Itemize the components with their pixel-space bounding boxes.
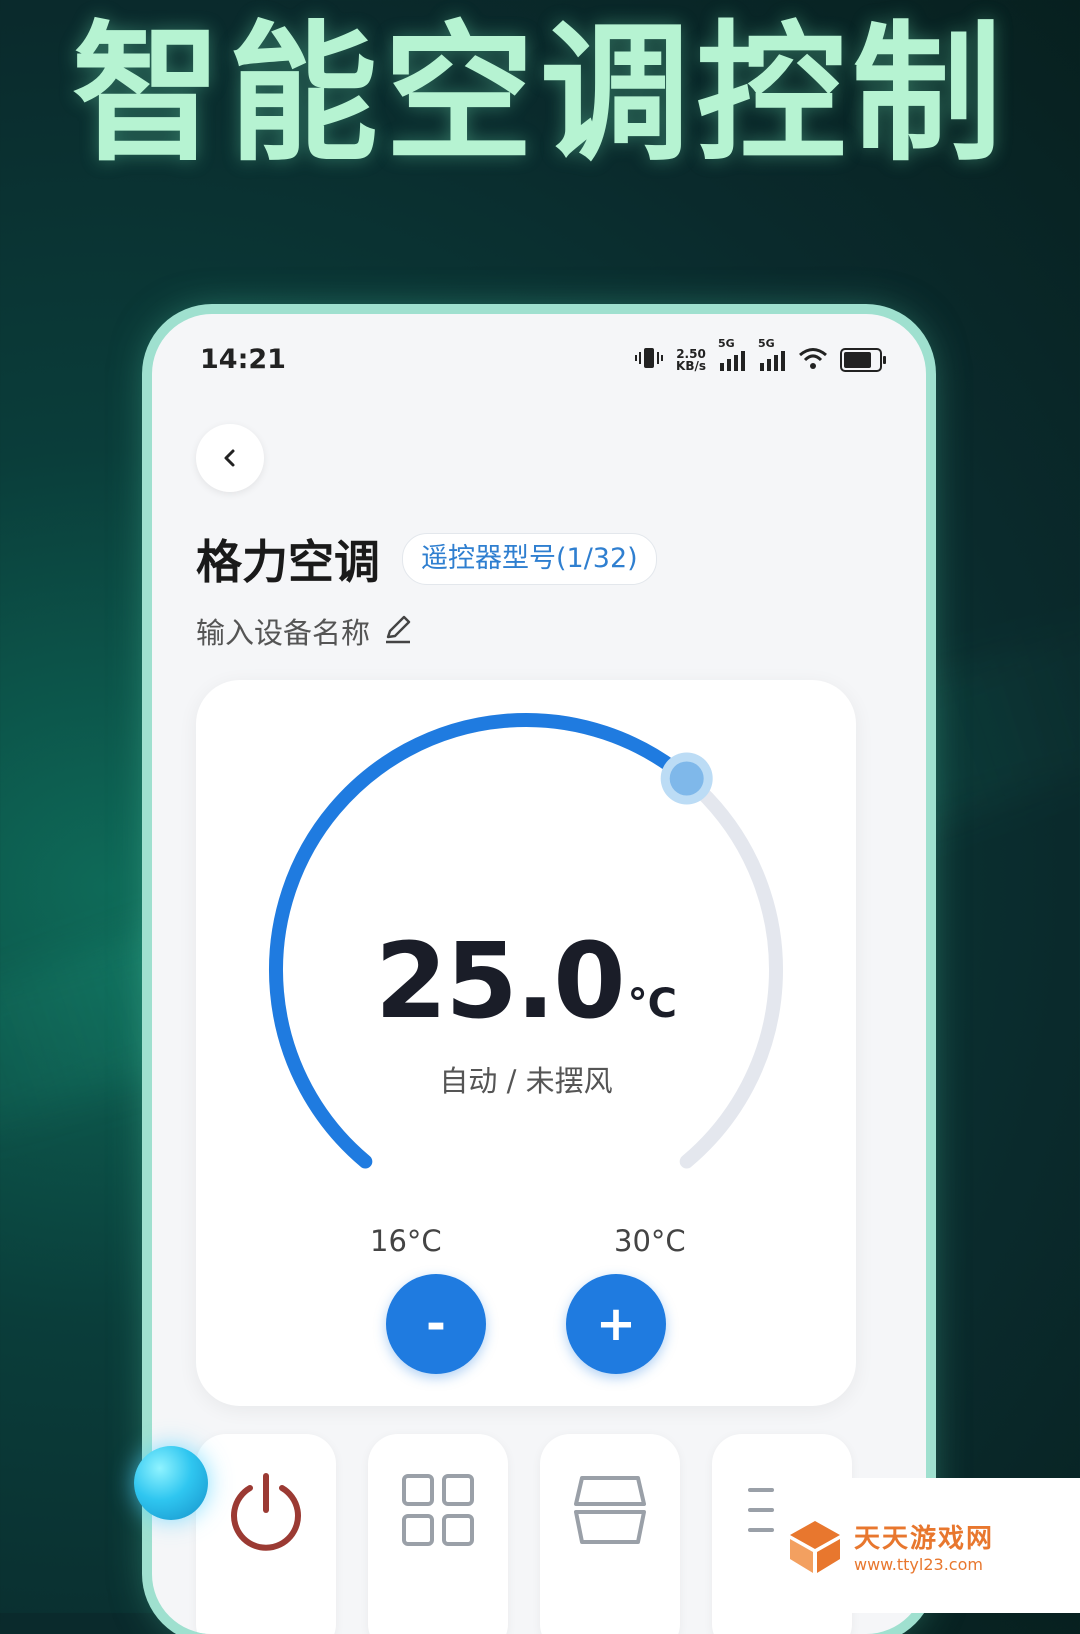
battery-icon xyxy=(840,348,886,372)
signal-2: 5G xyxy=(758,337,786,371)
swing-button[interactable] xyxy=(540,1434,680,1634)
mode-grid-button[interactable] xyxy=(368,1434,508,1634)
remote-model-button[interactable]: 遥控器型号(1/32) xyxy=(402,533,657,585)
network-speed: 2.50 KB/s xyxy=(676,347,706,373)
decrease-temp-button[interactable]: - xyxy=(386,1274,486,1374)
signal-bars-icon xyxy=(720,351,745,371)
watermark-name: 天天游戏网 xyxy=(854,1523,995,1554)
back-button[interactable] xyxy=(196,424,264,492)
promo-headline: 智能空调控制 xyxy=(71,8,1008,182)
increase-temp-button[interactable]: + xyxy=(566,1274,666,1374)
mode-status: 自动 / 未摆风 xyxy=(439,1064,613,1098)
temperature-value: 25.0 xyxy=(375,920,626,1042)
watermark-logo-icon xyxy=(790,1520,840,1573)
device-name-input[interactable]: 输入设备名称 xyxy=(196,610,370,652)
temperature-readout: 25.0 °C xyxy=(196,920,856,1042)
edit-pencil-icon[interactable] xyxy=(382,613,414,649)
plus-icon: + xyxy=(595,1296,637,1352)
status-time: 14:21 xyxy=(200,344,286,375)
range-max-label: 30°C xyxy=(614,1224,686,1258)
watermark-text: 天天游戏网 www.ttyl23.com xyxy=(854,1518,994,1574)
signal-1: 5G xyxy=(718,337,746,371)
status-icons: 2.50 KB/s 5G 5G xyxy=(634,337,886,374)
signal-bars-icon xyxy=(760,351,785,371)
title-row: 格力空调 遥控器型号(1/32) xyxy=(196,526,657,592)
power-button[interactable] xyxy=(196,1434,336,1634)
floating-orb xyxy=(134,1446,208,1520)
status-bar: 14:21 2.50 KB/s 5G 5G xyxy=(152,332,926,382)
watermark: 天天游戏网 www.ttyl23.com xyxy=(776,1478,1080,1613)
vibrate-icon xyxy=(634,346,664,374)
thermostat-card: 25.0 °C 自动 / 未摆风 16°C 30°C - + xyxy=(196,680,856,1406)
device-name-row[interactable]: 输入设备名称 xyxy=(196,610,414,652)
wifi-icon xyxy=(798,346,828,374)
layers-icon xyxy=(574,1476,646,1544)
temperature-unit: °C xyxy=(627,981,677,1027)
minus-icon: - xyxy=(426,1296,446,1352)
dial-knob[interactable] xyxy=(669,761,704,796)
power-icon xyxy=(231,1473,301,1551)
device-title: 格力空调 xyxy=(196,535,380,589)
chevron-left-icon xyxy=(224,449,235,467)
grid-icon xyxy=(402,1474,474,1546)
range-min-label: 16°C xyxy=(370,1224,442,1258)
phone-screen: 14:21 2.50 KB/s 5G 5G 格力空调 遥控器型号(1/32) 输… xyxy=(152,314,926,1634)
watermark-url: www.ttyl23.com xyxy=(854,1554,983,1574)
